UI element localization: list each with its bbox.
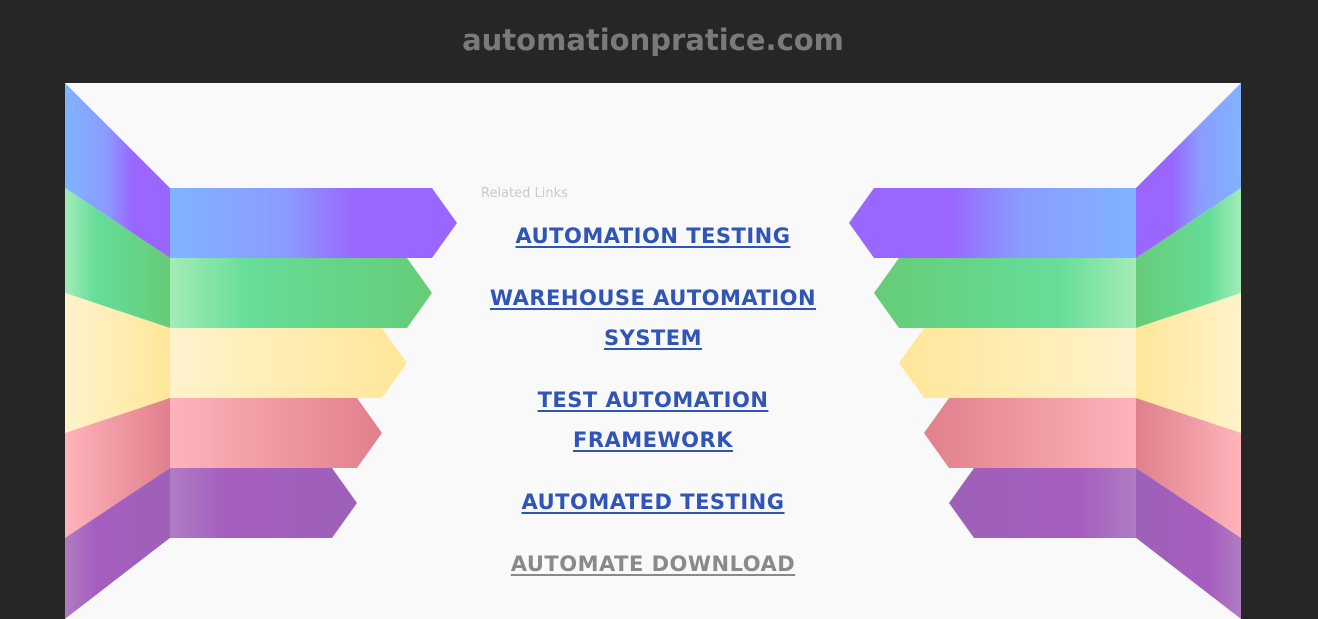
list-item: AUTOMATED TESTING (481, 482, 825, 522)
list-item: TEST AUTOMATION FRAMEWORK (481, 380, 825, 460)
right-ribbons (849, 188, 1136, 538)
list-item: WAREHOUSE AUTOMATION SYSTEM (481, 278, 825, 358)
link-automation-testing[interactable]: AUTOMATION TESTING (516, 224, 791, 248)
link-automate-download[interactable]: AUTOMATE DOWNLOAD (511, 552, 795, 576)
left-ribbons (170, 188, 457, 538)
list-item: AUTOMATE DOWNLOAD (481, 544, 825, 584)
list-item: AUTOMATION TESTING (481, 216, 825, 256)
site-name: automationpratice.com (462, 23, 844, 57)
right-wall (1136, 83, 1241, 619)
left-wall (65, 83, 170, 619)
related-links-label: Related Links (481, 186, 568, 201)
site-header: automationpratice.com (0, 0, 1318, 83)
link-test-automation-framework[interactable]: TEST AUTOMATION FRAMEWORK (538, 388, 769, 452)
link-automated-testing[interactable]: AUTOMATED TESTING (521, 490, 784, 514)
link-warehouse-automation-system[interactable]: WAREHOUSE AUTOMATION SYSTEM (490, 286, 816, 350)
related-links-section: Related Links AUTOMATION TESTING WAREHOU… (481, 186, 825, 606)
related-links-list: AUTOMATION TESTING WAREHOUSE AUTOMATION … (481, 216, 825, 584)
content-panel: Related Links AUTOMATION TESTING WAREHOU… (65, 83, 1241, 619)
